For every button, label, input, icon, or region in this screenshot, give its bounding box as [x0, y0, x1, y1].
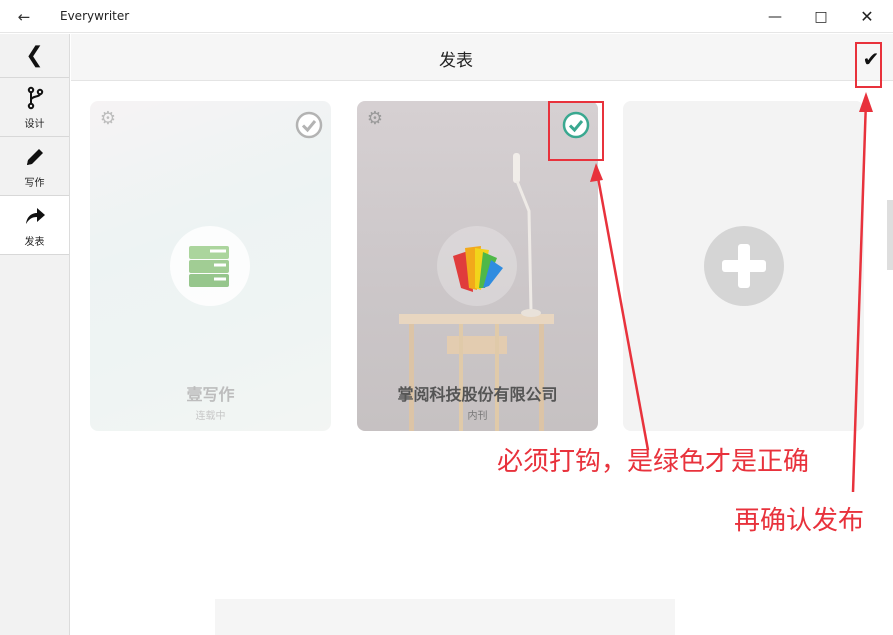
sidebar-item-label: 设计	[24, 119, 45, 130]
logo-circle	[437, 226, 517, 306]
title-bar: ← Everywriter — □ ✕	[0, 0, 893, 33]
sidebar-item-publish[interactable]: 发表	[0, 196, 69, 255]
gear-icon[interactable]: ⚙	[365, 109, 385, 129]
highlight-box-check	[548, 101, 604, 161]
scrollbar[interactable]	[887, 200, 893, 270]
page-header: 发表 ✔	[71, 34, 893, 81]
plus-icon[interactable]	[704, 226, 784, 306]
book-card[interactable]: ⚙ 壹写作 连载中	[90, 101, 331, 431]
card-title: 壹写作	[186, 385, 235, 404]
card-status: 内刊	[467, 411, 488, 422]
chevron-left-icon[interactable]: ❮	[0, 34, 69, 78]
sidebar-item-write[interactable]: 写作	[0, 137, 69, 196]
pencil-icon	[26, 149, 43, 165]
window-title: Everywriter	[60, 9, 130, 23]
annotation-text: 必须打钩，是绿色才是正确	[497, 447, 810, 477]
bottom-bar	[215, 599, 675, 635]
add-card[interactable]	[623, 101, 864, 431]
card-title: 掌阅科技股份有限公司	[397, 385, 558, 404]
logo-circle	[170, 226, 250, 306]
share-icon	[25, 208, 45, 224]
branch-icon	[27, 86, 43, 110]
card-status: 连载中	[195, 411, 226, 422]
maximize-icon[interactable]: □	[798, 2, 844, 32]
books-icon	[189, 246, 229, 287]
sidebar-item-label: 写作	[24, 178, 45, 189]
page-title: 发表	[439, 51, 473, 71]
ireader-icon	[453, 246, 503, 292]
close-icon[interactable]: ✕	[844, 2, 890, 32]
sidebar-item-label: 发表	[24, 237, 45, 248]
annotation-text: 再确认发布	[734, 506, 865, 536]
sidebar: ❮ 设计 写作 发表	[0, 34, 70, 635]
gear-icon[interactable]: ⚙	[98, 109, 118, 129]
arrow-left-icon[interactable]: ←	[14, 7, 34, 27]
check-circle-icon[interactable]	[295, 111, 323, 139]
sidebar-item-design[interactable]: 设计	[0, 78, 69, 137]
minimize-icon[interactable]: —	[752, 2, 798, 32]
highlight-box-confirm	[855, 42, 882, 88]
